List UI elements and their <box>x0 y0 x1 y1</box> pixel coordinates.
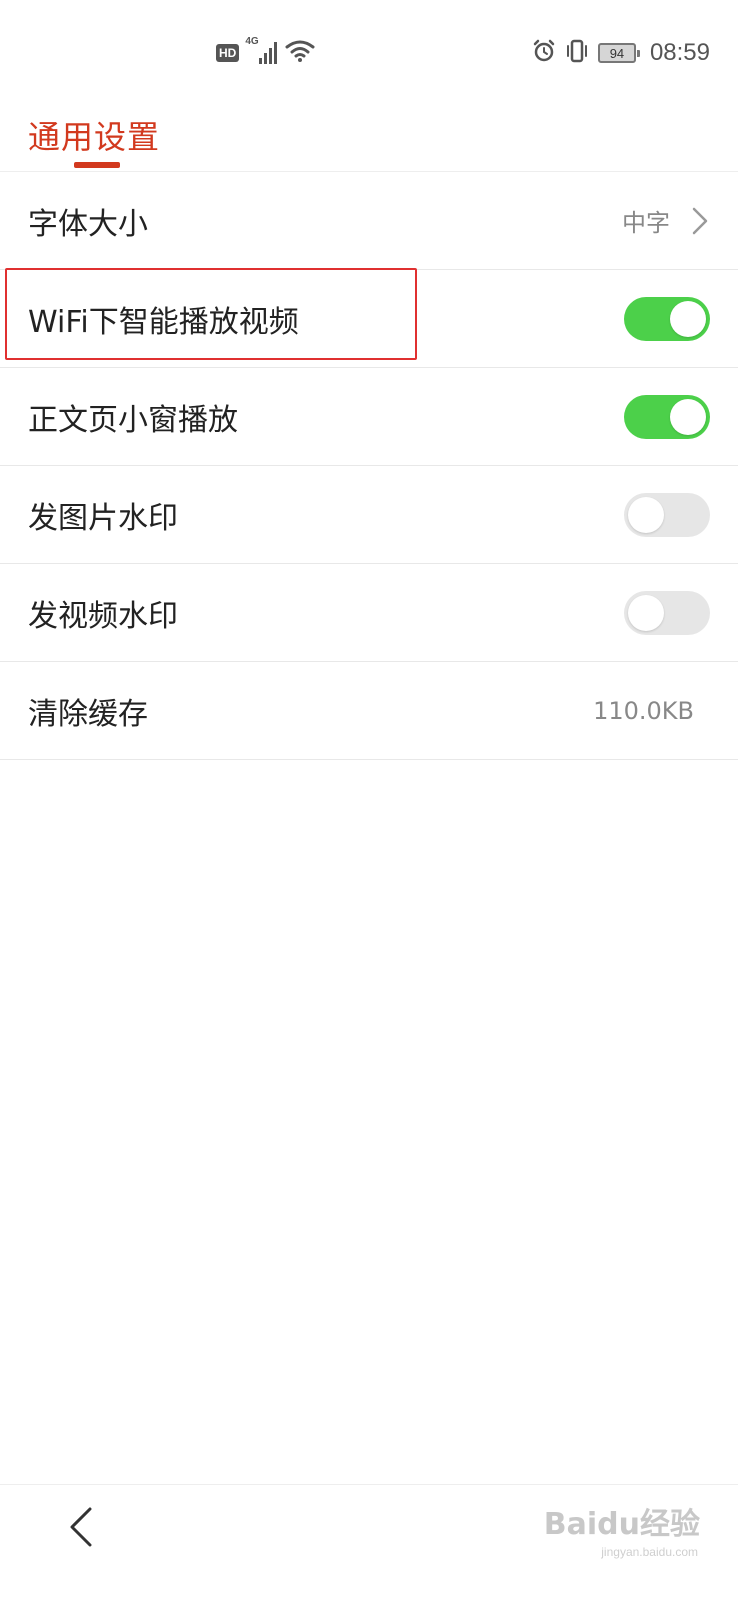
setting-label: WiFi下智能播放视频 <box>28 304 299 340</box>
status-bar-left: HD 4G <box>216 36 315 68</box>
setting-image-watermark: 发图片水印 <box>0 466 738 564</box>
signal-icon: 4G <box>245 36 279 66</box>
cache-size: 110.0KB <box>593 696 694 725</box>
watermark-logo: Baidu经验 <box>543 1507 700 1542</box>
setting-label: 正文页小窗播放 <box>28 402 238 438</box>
image-watermark-toggle[interactable] <box>624 492 710 537</box>
toggle-knob <box>628 496 664 533</box>
hd-icon: HD <box>216 44 240 62</box>
chevron-right-icon <box>690 206 710 236</box>
toggle-knob <box>628 594 664 631</box>
tab-active-indicator <box>74 162 120 168</box>
status-bar-right: 94 08:59 <box>532 36 710 70</box>
network-type-label: 4G <box>245 36 259 47</box>
setting-label: 发视频水印 <box>28 598 178 634</box>
setting-video-watermark: 发视频水印 <box>0 564 738 662</box>
chevron-left-icon[interactable] <box>64 1505 100 1549</box>
setting-label: 清除缓存 <box>28 696 148 732</box>
setting-label: 字体大小 <box>28 206 148 242</box>
video-watermark-toggle[interactable] <box>624 590 710 635</box>
mini-window-toggle[interactable] <box>624 394 710 439</box>
toggle-knob <box>670 398 706 435</box>
header: 通用设置 <box>0 100 738 172</box>
clock: 08:59 <box>649 39 710 66</box>
settings-list: 字体大小 中字 WiFi下智能播放视频 正文页小窗播放 发图片水印 发视频水印 … <box>0 172 738 760</box>
bottom-bar: Baidu经验 jingyan.baidu.com <box>0 1484 738 1600</box>
setting-wifi-autoplay: WiFi下智能播放视频 <box>0 270 738 368</box>
watermark-url: jingyan.baidu.com <box>601 1545 698 1559</box>
setting-value: 中字 <box>622 209 670 237</box>
tab-general-settings[interactable]: 通用设置 <box>28 112 160 158</box>
toggle-knob <box>670 300 706 337</box>
setting-label: 发图片水印 <box>28 500 178 536</box>
vibrate-icon <box>564 38 590 68</box>
wifi-autoplay-toggle[interactable] <box>624 296 710 341</box>
alarm-icon <box>532 39 556 67</box>
battery-level: 94 <box>609 45 625 61</box>
status-bar: HD 4G 94 08:59 <box>0 0 738 100</box>
battery-icon: 94 <box>597 43 640 63</box>
wifi-icon <box>285 39 315 67</box>
setting-font-size[interactable]: 字体大小 中字 <box>0 172 738 270</box>
setting-mini-window: 正文页小窗播放 <box>0 368 738 466</box>
setting-clear-cache[interactable]: 清除缓存 110.0KB <box>0 662 738 760</box>
